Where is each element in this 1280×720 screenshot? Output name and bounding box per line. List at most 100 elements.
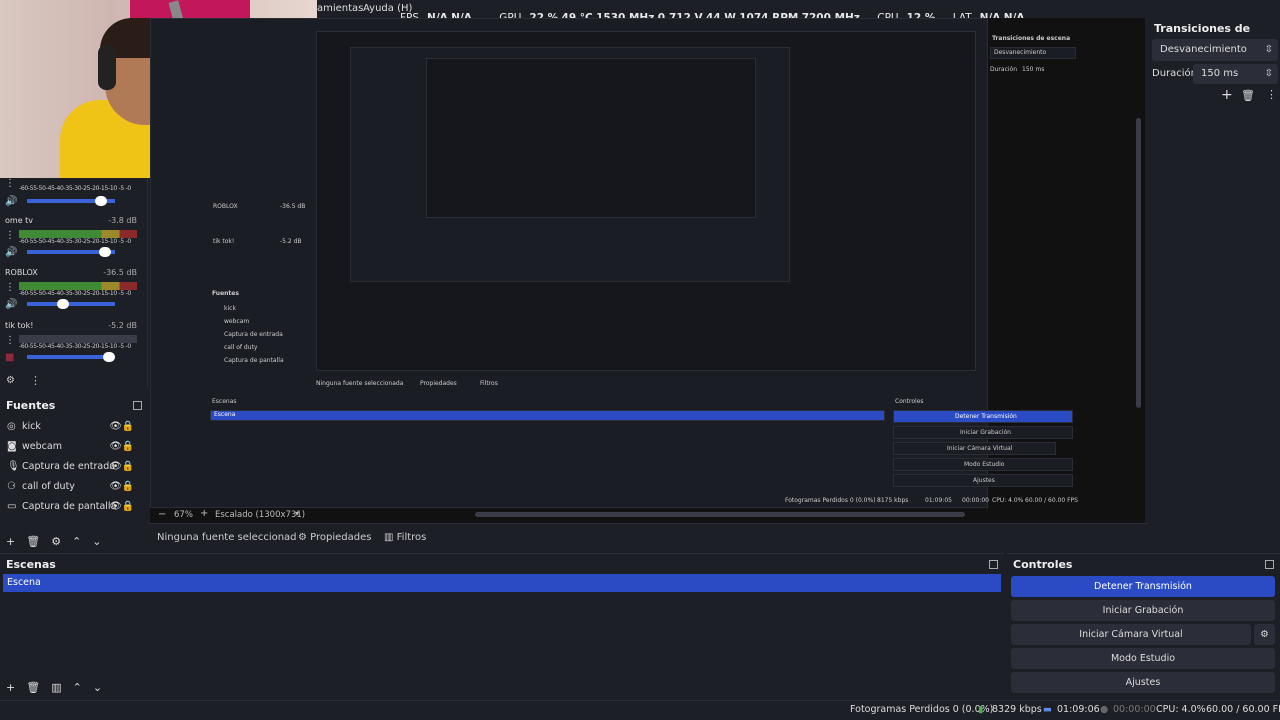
scale-dropdown-icon[interactable]: ▾ <box>295 509 299 518</box>
studio-mode-button[interactable]: Modo Estudio <box>1011 648 1275 669</box>
nested-source-1: kick <box>224 305 236 312</box>
stop-stream-button[interactable]: Detener Transmisión <box>1011 576 1275 597</box>
mixer-menu-icon[interactable]: ⋮ <box>5 178 15 189</box>
nested-source-3: Captura de entrada <box>224 331 283 338</box>
mixer-channel-name: tik tok! <box>5 321 34 330</box>
mixer-slider-knob[interactable] <box>57 299 69 309</box>
dock-float-icon[interactable] <box>1265 560 1274 569</box>
eye-icon[interactable]: 👁 <box>109 437 122 457</box>
mixer-slider-knob[interactable] <box>103 352 115 362</box>
settings-button[interactable]: Ajustes <box>1011 672 1275 693</box>
scenes-toolbar: + 🗑 ▥ ⌃ ⌄ <box>6 678 102 696</box>
zoom-in-button[interactable]: + <box>200 508 208 519</box>
mixer-volume-slider[interactable] <box>27 247 115 257</box>
zoom-out-button[interactable]: − <box>158 509 166 520</box>
source-item-captura-entrada[interactable]: 🎙 Captura de entrada 👁 🔒 <box>0 457 148 477</box>
preview-canvas[interactable]: Escenas Escena Controles Detener Transmi… <box>150 18 1145 523</box>
nested-no-source: Ninguna fuente seleccionada <box>316 380 404 387</box>
source-name: Captura de entrada <box>22 461 116 472</box>
nested-source-5: Captura de pantalla <box>224 357 284 364</box>
volume-icon[interactable]: 🔊 <box>5 196 17 207</box>
mixer-settings-gear-icon[interactable]: ⚙ <box>6 375 15 386</box>
lock-icon[interactable]: 🔒 <box>122 457 134 477</box>
dock-float-icon[interactable] <box>133 401 142 410</box>
spinbox-arrows-icon[interactable]: ⇳ <box>1265 64 1273 84</box>
preview-vscrollbar[interactable] <box>1136 118 1141 408</box>
lock-icon[interactable]: 🔒 <box>122 417 134 437</box>
start-virtual-cam-button[interactable]: Iniciar Cámara Virtual <box>1011 624 1251 645</box>
source-item-captura-pantalla[interactable]: ▭ Captura de pantalla 👁 🔒 <box>0 497 148 517</box>
scene-item[interactable]: Escena <box>3 574 1001 592</box>
mixer-volume-slider[interactable] <box>27 196 115 206</box>
nested-source-2: webcam <box>224 318 250 325</box>
mixer-scale: -60-55-50-45-40-35-30-25-20-15-10 -5 -0 <box>19 185 131 192</box>
mixer-menu-icon[interactable]: ⋮ <box>5 230 15 241</box>
eye-icon[interactable]: 👁 <box>109 457 122 477</box>
nested-source-4: call of duty <box>224 344 258 351</box>
nested-duration-label: Duración <box>990 66 1018 73</box>
mixer-slider-knob[interactable] <box>95 196 107 206</box>
microphone-icon: 🎙 <box>7 461 20 472</box>
eye-icon[interactable]: 👁 <box>109 477 122 497</box>
filter-icon: ▥ <box>384 532 394 543</box>
properties-button[interactable]: ⚙ Propiedades <box>298 532 371 543</box>
stream-time: 01:09:06 <box>1057 704 1100 715</box>
muted-volume-icon[interactable]: ■ <box>5 352 14 363</box>
virtual-cam-settings-gear-icon[interactable]: ⚙ <box>1254 624 1275 645</box>
mixer-menu-icon[interactable]: ⋮ <box>5 282 15 293</box>
no-source-selected: Ninguna fuente seleccionad <box>157 532 297 543</box>
mixer-channel-tiktok: tik tok! -5.2 dB ⋮ -60-55-50-45-40-35-30-… <box>5 321 137 363</box>
mixer-volume-slider[interactable] <box>27 352 115 362</box>
start-recording-button[interactable]: Iniciar Grabación <box>1011 600 1275 621</box>
mixer-slider-knob[interactable] <box>99 247 111 257</box>
dock-float-icon[interactable] <box>989 560 998 569</box>
menu-tools[interactable]: amientas <box>317 3 363 14</box>
transition-more-icon[interactable]: ⋮ <box>1266 88 1277 101</box>
move-up-icon[interactable]: ⌃ <box>73 681 82 694</box>
mixer-more-icon[interactable]: ⋮ <box>30 374 41 387</box>
trash-icon[interactable]: 🗑 <box>26 681 40 694</box>
add-transition-icon[interactable]: + <box>1221 87 1233 103</box>
mixer-channel-top: ⋮ -60-55-50-45-40-35-30-25-20-15-10 -5 -… <box>5 178 137 207</box>
source-item-kick[interactable]: ◎ kick 👁 🔒 <box>0 417 148 437</box>
move-up-icon[interactable]: ⌃ <box>72 535 81 548</box>
nested-scenes-title: Escenas <box>212 398 237 405</box>
mixer-menu-icon[interactable]: ⋮ <box>5 335 15 346</box>
volume-icon[interactable]: 🔊 <box>5 299 17 310</box>
status-bar: Fotogramas Perdidos 0 (0.0%) ▮ 8329 kbps… <box>0 700 1280 720</box>
scale-mode[interactable]: Escalado (1300x731) <box>215 510 305 520</box>
properties-bar: Ninguna fuente seleccionad ⚙ Propiedades… <box>148 523 1148 551</box>
mixer-scale: -60-55-50-45-40-35-30-25-20-15-10 -5 -0 <box>19 343 131 350</box>
globe-icon: ◎ <box>7 421 16 432</box>
move-down-icon[interactable]: ⌄ <box>92 535 101 548</box>
source-item-call-of-duty[interactable]: ⚆ call of duty 👁 🔒 <box>0 477 148 497</box>
add-icon[interactable]: + <box>6 535 15 548</box>
move-down-icon[interactable]: ⌄ <box>93 681 102 694</box>
lock-icon[interactable]: 🔒 <box>122 497 134 517</box>
mixer-channel-name: ome tv <box>5 216 34 225</box>
chevron-updown-icon: ⇳ <box>1264 44 1273 55</box>
eye-icon[interactable]: 👁 <box>109 497 122 517</box>
mixer-scale: -60-55-50-45-40-35-30-25-20-15-10 -5 -0 <box>19 238 131 245</box>
lock-icon[interactable]: 🔒 <box>122 437 134 457</box>
source-item-webcam[interactable]: ◙ webcam 👁 🔒 <box>0 437 148 457</box>
remove-transition-icon[interactable]: 🗑 <box>1241 89 1255 102</box>
mixer-volume-slider[interactable] <box>27 299 115 309</box>
cpu-usage: CPU: 4.0% <box>1156 704 1206 715</box>
lock-icon[interactable]: 🔒 <box>122 477 134 497</box>
mixer-channel-db: -3.8 dB <box>108 216 137 225</box>
controls-dock: Controles Detener Transmisión Iniciar Gr… <box>1007 553 1280 698</box>
filters-button[interactable]: ▥ Filtros <box>384 532 426 543</box>
eye-icon[interactable]: 👁 <box>109 417 122 437</box>
transition-select[interactable]: Desvanecimiento ⇳ <box>1152 39 1278 61</box>
volume-icon[interactable]: 🔊 <box>5 247 17 258</box>
trash-icon[interactable]: 🗑 <box>26 535 40 548</box>
stream-icon: ▬ <box>1043 704 1052 715</box>
nested-scene-label: Escena <box>214 411 236 418</box>
source-name: Captura de pantalla <box>22 501 117 512</box>
gear-icon[interactable]: ⚙ <box>51 535 61 548</box>
add-icon[interactable]: + <box>6 681 15 694</box>
preview-scrollbar[interactable] <box>475 512 965 517</box>
filter-icon[interactable]: ▥ <box>51 681 61 694</box>
duration-spinbox[interactable]: 150 ms ⇳ <box>1193 64 1278 84</box>
